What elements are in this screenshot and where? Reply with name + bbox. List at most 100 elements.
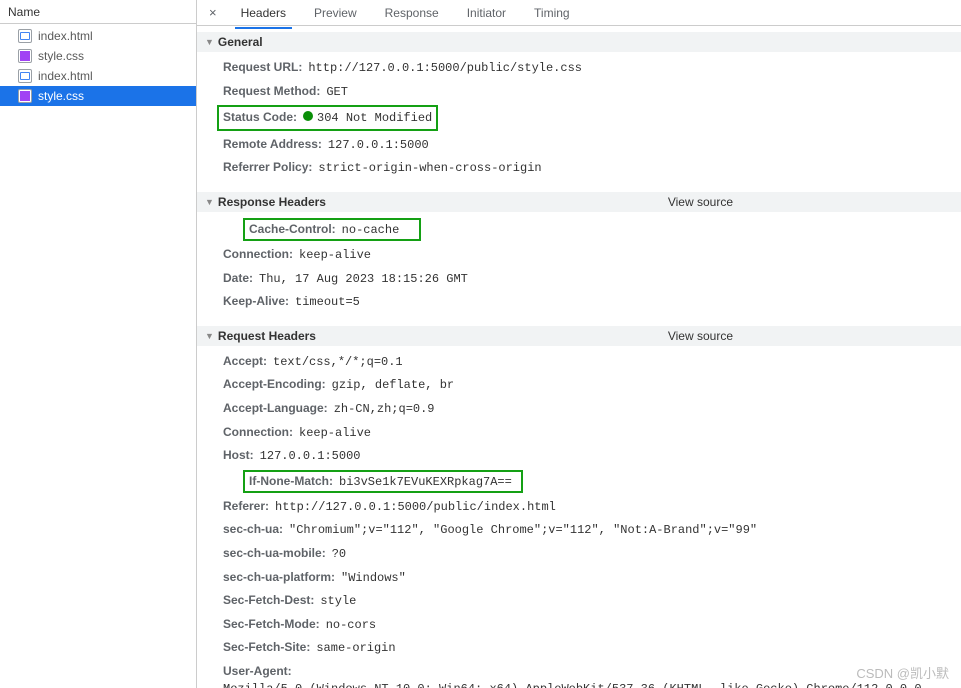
kv-key: Status Code: (223, 108, 297, 127)
kv-key: Sec-Fetch-Site: (223, 638, 310, 657)
kv-key: Remote Address: (223, 135, 322, 154)
status-dot-icon (303, 111, 313, 121)
kv-key: Accept: (223, 352, 267, 371)
kv-key: If-None-Match: (249, 474, 333, 488)
kv-key: sec-ch-ua-mobile: (223, 544, 326, 563)
kv-value: strict-origin-when-cross-origin (318, 159, 541, 178)
kv-row: Sec-Fetch-Site:same-origin (223, 636, 961, 660)
view-source-link[interactable]: View source (668, 195, 953, 209)
kv-key: Referer: (223, 497, 269, 516)
file-label: style.css (38, 49, 84, 63)
kv-row: Host: 127.0.0.1:5000 (223, 444, 961, 468)
content-pane: × HeadersPreviewResponseInitiatorTiming … (197, 0, 961, 688)
triangle-icon: ▼ (205, 331, 214, 341)
kv-row: Connection: keep-alive (223, 243, 961, 267)
kv-row: Status Code: 304 Not Modified (223, 103, 961, 133)
kv-value: keep-alive (299, 246, 371, 265)
kv-row: Referrer Policy: strict-origin-when-cross… (223, 156, 961, 180)
kv-key: Accept-Encoding: (223, 375, 326, 394)
kv-key: Host: (223, 446, 254, 465)
tab-timing[interactable]: Timing (520, 2, 584, 24)
html-file-icon (18, 69, 32, 83)
general-section: ▼ General Request URL:http://127.0.0.1:5… (197, 26, 961, 188)
file-label: style.css (38, 89, 84, 103)
tab-headers[interactable]: Headers (227, 2, 300, 24)
kv-row: sec-ch-ua-mobile: ?0 (223, 542, 961, 566)
kv-value: no-cors (326, 616, 376, 635)
kv-value: Mozilla/5.0 (Windows NT 10.0; Win64; x64… (223, 680, 961, 688)
file-label: index.html (38, 69, 93, 83)
kv-key: sec-ch-ua-platform: (223, 568, 335, 587)
sidebar-header-label: Name (8, 5, 40, 19)
kv-value: "Windows" (341, 569, 406, 588)
general-title: General (218, 35, 263, 49)
triangle-icon: ▼ (205, 37, 214, 47)
kv-value: zh-CN,zh;q=0.9 (334, 400, 435, 419)
kv-value: GET (326, 83, 348, 102)
kv-key: sec-ch-ua: (223, 520, 283, 539)
kv-value: 127.0.0.1:5000 (328, 136, 429, 155)
kv-value: gzip, deflate, br (332, 376, 454, 395)
watermark: CSDN @凯小默 (856, 663, 949, 682)
general-rows: Request URL:http://127.0.0.1:5000/public… (197, 52, 961, 184)
file-item[interactable]: index.html (0, 66, 196, 86)
kv-key: Sec-Fetch-Dest: (223, 591, 314, 610)
sidebar-header[interactable]: Name (0, 0, 196, 24)
file-item[interactable]: index.html (0, 26, 196, 46)
tab-response[interactable]: Response (371, 2, 453, 24)
kv-row: Keep-Alive: timeout=5 (223, 290, 961, 314)
css-file-icon (18, 89, 32, 103)
highlighted-inline: Status Code: 304 Not Modified (217, 105, 438, 131)
kv-value: 304 Not Modified (317, 109, 432, 128)
kv-row: User-Agent:Mozilla/5.0 (Windows NT 10.0;… (223, 660, 961, 688)
request-headers-header[interactable]: ▼ Request Headers View source (197, 326, 961, 346)
kv-row: Date:Thu, 17 Aug 2023 18:15:26 GMT (223, 267, 961, 291)
kv-key: Keep-Alive: (223, 292, 289, 311)
kv-value: "Chromium";v="112", "Google Chrome";v="1… (289, 521, 757, 540)
kv-row: Accept-Encoding: gzip, deflate, br (223, 373, 961, 397)
kv-value: keep-alive (299, 424, 371, 443)
kv-key: Sec-Fetch-Mode: (223, 615, 320, 634)
kv-row: Connection: keep-alive (223, 421, 961, 445)
tabs-row: × HeadersPreviewResponseInitiatorTiming (197, 0, 961, 26)
kv-key: Connection: (223, 245, 293, 264)
kv-row: Accept-Language: zh-CN,zh;q=0.9 (223, 397, 961, 421)
response-headers-header[interactable]: ▼ Response Headers View source (197, 192, 961, 212)
css-file-icon (18, 49, 32, 63)
kv-value: bi3vSe1k7EVuKEXRpkag7A== (339, 475, 512, 489)
view-source-link[interactable]: View source (668, 329, 953, 343)
request-highlighted-row: If-None-Match: bi3vSe1k7EVuKEXRpkag7A== (243, 470, 523, 493)
kv-value: no-cache (342, 223, 400, 237)
general-header[interactable]: ▼ General (197, 32, 961, 52)
kv-key: Referrer Policy: (223, 158, 312, 177)
triangle-icon: ▼ (205, 197, 214, 207)
kv-key: Connection: (223, 423, 293, 442)
close-icon[interactable]: × (205, 5, 227, 20)
response-rows: Cache-Control: no-cache Connection: keep-al… (197, 212, 961, 318)
kv-value: timeout=5 (295, 293, 360, 312)
kv-row: Accept: text/css,*/*;q=0.1 (223, 350, 961, 374)
response-headers-title: Response Headers (218, 195, 326, 209)
file-item[interactable]: style.css (0, 46, 196, 66)
kv-row: sec-ch-ua-platform: "Windows" (223, 566, 961, 590)
kv-row: sec-ch-ua: "Chromium";v="112", "Google Ch… (223, 518, 961, 542)
kv-value: ?0 (332, 545, 346, 564)
request-headers-section: ▼ Request Headers View source Accept: tex… (197, 322, 961, 688)
kv-value: text/css,*/*;q=0.1 (273, 353, 403, 372)
kv-row: Referer: http://127.0.0.1:5000/public/ind… (223, 495, 961, 519)
kv-value: 127.0.0.1:5000 (260, 447, 361, 466)
kv-key: User-Agent: (223, 662, 292, 681)
kv-key: Request URL: (223, 58, 302, 77)
details-pane[interactable]: ▼ General Request URL:http://127.0.0.1:5… (197, 26, 961, 688)
file-item[interactable]: style.css (0, 86, 196, 106)
kv-key: Cache-Control: (249, 222, 336, 236)
kv-key: Date: (223, 269, 253, 288)
response-highlighted-row: Cache-Control: no-cache (243, 218, 421, 241)
html-file-icon (18, 29, 32, 43)
tab-preview[interactable]: Preview (300, 2, 371, 24)
kv-value: http://127.0.0.1:5000/public/index.html (275, 498, 556, 517)
kv-key: Accept-Language: (223, 399, 328, 418)
kv-row: Sec-Fetch-Dest:style (223, 589, 961, 613)
request-headers-title: Request Headers (218, 329, 316, 343)
tab-initiator[interactable]: Initiator (453, 2, 520, 24)
